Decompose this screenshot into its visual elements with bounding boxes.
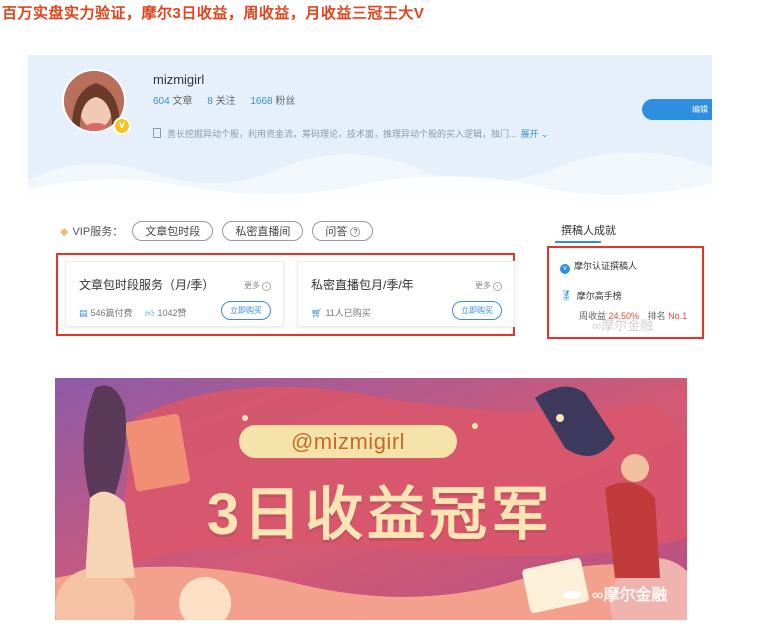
banner-title: 3日收益冠军	[206, 482, 554, 547]
articles-stat[interactable]: 604 文章	[153, 96, 192, 107]
pill-label: 私密直播间	[235, 226, 291, 238]
buyers-count: 11人已购买	[325, 308, 371, 318]
diamond-icon: ◆	[60, 226, 69, 238]
username[interactable]: mizmigirl	[153, 72, 204, 87]
document-icon: ▤	[79, 308, 88, 318]
achievements-tab[interactable]: 撰稿人成就	[561, 222, 616, 238]
vip-pill-qa[interactable]: 问答?	[312, 221, 374, 241]
expand-link[interactable]: 展开 ⌄	[521, 129, 549, 139]
page-headline: 百万实盘实力验证，摩尔3日收益，周收益，月收益三冠王大V	[2, 5, 425, 22]
articles-count: 604	[153, 96, 170, 107]
service-card-article-package[interactable]: 文章包时段服务（月/季） 更多 › ▤ 546篇付费 👍︎ 1042赞 立即购买	[65, 261, 284, 327]
intro-text: 善长挖掘异动个股，利用资金流，筹码理论，技术面，推理异动个股的买入逻辑，独门..…	[167, 129, 517, 139]
banner-watermark: ∞摩尔金融	[592, 581, 667, 605]
thumbs-up-icon: 👍︎	[145, 308, 155, 318]
arrow-right-icon: ›	[493, 282, 502, 291]
vip-pill-private-live[interactable]: 私密直播间	[222, 221, 304, 241]
page: 百万实盘实力验证，摩尔3日收益，周收益，月收益三冠王大V v mizmigirl…	[0, 0, 763, 625]
paid-count: 546篇付费	[90, 308, 133, 318]
buy-now-button[interactable]: 立即购买	[452, 301, 502, 320]
tab-underline	[555, 241, 601, 243]
articles-label: 文章	[172, 96, 193, 107]
user-stats: 604 文章 8 关注 1668 粉丝	[153, 92, 307, 107]
following-label: 关注	[215, 96, 236, 107]
following-stat[interactable]: 8 关注	[207, 96, 235, 107]
question-icon: ?	[350, 227, 361, 237]
verified-v-icon: v	[113, 117, 131, 135]
card-meta: 🛒︎ 11人已购买	[311, 306, 371, 319]
profile-intro: 善长挖掘异动个股，利用资金流，筹码理论，技术面，推理异动个股的买入逻辑，独门..…	[153, 127, 549, 140]
watermark-text: 摩尔金融	[603, 587, 668, 604]
cart-icon: 🛒︎	[311, 308, 323, 318]
more-link[interactable]: 更多 ›	[244, 280, 271, 291]
following-count: 8	[207, 96, 213, 107]
banner-handle: @mizmigirl	[239, 425, 457, 458]
followers-label: 粉丝	[275, 96, 296, 107]
vip-services-bar: ◆ VIP服务： 文章包时段 私密直播间 问答?	[60, 221, 374, 241]
medal-icon: 🏅︎	[560, 291, 573, 302]
ranking-row[interactable]: 🏅︎ 摩尔高手榜	[560, 289, 622, 302]
verified-v-icon: v	[560, 264, 570, 274]
document-icon	[153, 128, 161, 138]
expand-label: 展开	[520, 129, 539, 139]
watermark: ∞摩尔金融	[592, 315, 653, 334]
more-link[interactable]: 更多 ›	[475, 280, 502, 291]
likes-count: 1042赞	[157, 308, 187, 318]
arrow-right-icon: ›	[262, 282, 271, 291]
watermark-text: 摩尔金融	[601, 318, 654, 333]
certified-writer-row: v 摩尔认证撰稿人	[560, 259, 637, 274]
followers-count: 1668	[250, 96, 273, 107]
vip-pill-article-package[interactable]: 文章包时段	[132, 221, 214, 241]
carousel-indicator[interactable]	[563, 591, 581, 598]
edit-button[interactable]: 编辑	[642, 99, 712, 120]
followers-stat[interactable]: 1668 粉丝	[250, 96, 295, 107]
moer-logo-icon: ∞	[592, 318, 602, 333]
service-card-private-live[interactable]: 私密直播包月/季/年 更多 › 🛒︎ 11人已购买 立即购买	[297, 261, 515, 327]
more-label: 更多	[244, 281, 260, 290]
profile-header: v mizmigirl 604 文章 8 关注 1668 粉丝 善长挖掘异动个股…	[28, 55, 712, 200]
certified-label: 摩尔认证撰稿人	[574, 261, 638, 271]
card-title: 私密直播包月/季/年	[311, 278, 414, 292]
pill-label: 问答	[325, 226, 348, 238]
chevron-down-icon: ⌄	[541, 129, 549, 139]
card-meta: ▤ 546篇付费 👍︎ 1042赞	[79, 306, 187, 319]
ranking-label: 摩尔高手榜	[576, 291, 622, 301]
moer-logo-icon: ∞	[592, 587, 604, 604]
card-title: 文章包时段服务（月/季）	[79, 278, 215, 292]
buy-now-button[interactable]: 立即购买	[221, 301, 271, 320]
more-label: 更多	[475, 281, 491, 290]
rank-value: No.1	[668, 311, 688, 321]
vip-label: VIP服务：	[72, 226, 124, 238]
pill-label: 文章包时段	[145, 226, 201, 238]
